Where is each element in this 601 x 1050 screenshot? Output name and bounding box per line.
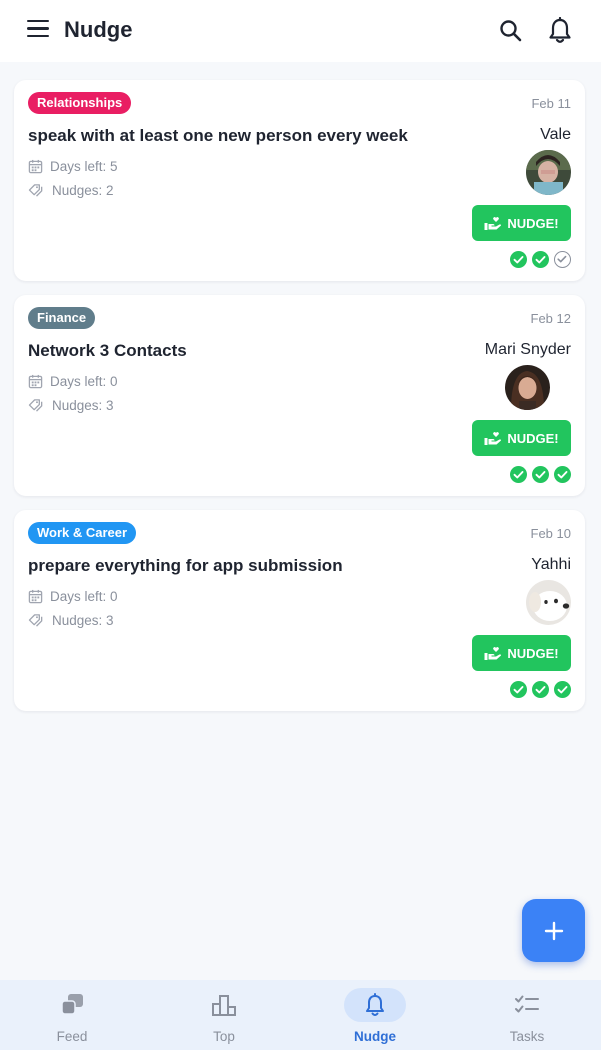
nav-label-tasks: Tasks: [509, 1029, 545, 1044]
nudges-text: Nudges: 3: [52, 613, 114, 628]
checkin-status: [510, 681, 571, 698]
card-date: Feb 12: [530, 311, 571, 326]
days-left-text: Days left: 0: [50, 589, 118, 604]
menu-icon[interactable]: [27, 20, 49, 40]
check-circle-icon: [532, 466, 549, 483]
card-date: Feb 11: [531, 96, 571, 111]
days-left: Days left: 0: [28, 374, 118, 389]
nudge-count: Nudges: 3: [28, 398, 114, 413]
bell-icon: [344, 988, 406, 1022]
nudge-card[interactable]: Work & Career Feb 10 prepare everything …: [14, 510, 585, 711]
notifications-bell-icon[interactable]: [547, 16, 573, 45]
nudge-card[interactable]: Finance Feb 12 Network 3 Contacts Days l…: [14, 295, 585, 496]
hand-heart-icon: [484, 217, 502, 230]
check-circle-icon: [510, 681, 527, 698]
check-circle-icon: [510, 251, 527, 268]
calendar-icon: [28, 589, 43, 604]
check-circle-icon: [554, 466, 571, 483]
top-app-bar: Nudge: [0, 0, 601, 62]
nudge-button[interactable]: NUDGE!: [472, 205, 571, 241]
category-chip-finance[interactable]: Finance: [28, 307, 96, 329]
nav-label-feed: Feed: [56, 1029, 88, 1044]
partner-name: Yahhi: [531, 556, 571, 573]
nudges-text: Nudges: 3: [52, 398, 114, 413]
tasks-checklist-icon: [496, 988, 558, 1022]
days-left-text: Days left: 0: [50, 374, 118, 389]
nav-item-nudge[interactable]: Nudge: [300, 980, 450, 1050]
nudge-button-label: NUDGE!: [507, 215, 559, 231]
goal-title: prepare everything for app submission: [28, 556, 343, 575]
bottom-navigation: Feed Top Nudge Tasks: [0, 980, 601, 1050]
nudge-button[interactable]: NUDGE!: [472, 420, 571, 456]
search-icon[interactable]: [498, 18, 524, 44]
category-chip-relationships[interactable]: Relationships: [28, 92, 132, 114]
card-date: Feb 10: [530, 526, 571, 541]
nudge-button[interactable]: NUDGE!: [472, 635, 571, 671]
days-left: Days left: 5: [28, 159, 118, 174]
category-chip-work-career[interactable]: Work & Career: [28, 522, 137, 544]
avatar[interactable]: [505, 365, 550, 410]
calendar-icon: [28, 374, 43, 389]
nav-item-tasks[interactable]: Tasks: [452, 980, 601, 1050]
tag-icon: [28, 399, 43, 412]
leaderboard-icon: [193, 988, 255, 1022]
nudges-text: Nudges: 2: [52, 183, 114, 198]
nudge-button-label: NUDGE!: [507, 430, 559, 446]
check-circle-icon: [510, 466, 527, 483]
nudge-card[interactable]: Relationships Feb 11 speak with at least…: [14, 80, 585, 281]
checkin-status: [510, 466, 571, 483]
tag-icon: [28, 614, 43, 627]
nudge-count: Nudges: 3: [28, 613, 114, 628]
nav-item-feed[interactable]: Feed: [0, 980, 147, 1050]
check-circle-outline-icon: [554, 251, 571, 268]
add-nudge-button[interactable]: [522, 899, 585, 962]
nav-item-top[interactable]: Top: [149, 980, 299, 1050]
hand-heart-icon: [484, 647, 502, 660]
feed-icon: [41, 988, 103, 1022]
hand-heart-icon: [484, 432, 502, 445]
plus-icon: [544, 921, 563, 940]
calendar-icon: [28, 159, 43, 174]
check-circle-icon: [532, 251, 549, 268]
nav-label-top: Top: [213, 1029, 235, 1044]
nav-label-nudge: Nudge: [354, 1029, 396, 1044]
nudge-count: Nudges: 2: [28, 183, 114, 198]
checkin-status: [510, 251, 571, 268]
days-left-text: Days left: 5: [50, 159, 118, 174]
check-circle-icon: [532, 681, 549, 698]
avatar[interactable]: [526, 580, 571, 625]
days-left: Days left: 0: [28, 589, 118, 604]
goal-title: speak with at least one new person every…: [28, 126, 408, 145]
nudge-button-label: NUDGE!: [507, 645, 559, 661]
goal-title: Network 3 Contacts: [28, 341, 187, 360]
partner-name: Mari Snyder: [484, 341, 571, 358]
tag-icon: [28, 184, 43, 197]
check-circle-icon: [554, 681, 571, 698]
avatar[interactable]: [526, 150, 571, 195]
partner-name: Vale: [540, 126, 571, 143]
app-title: Nudge: [64, 17, 133, 42]
